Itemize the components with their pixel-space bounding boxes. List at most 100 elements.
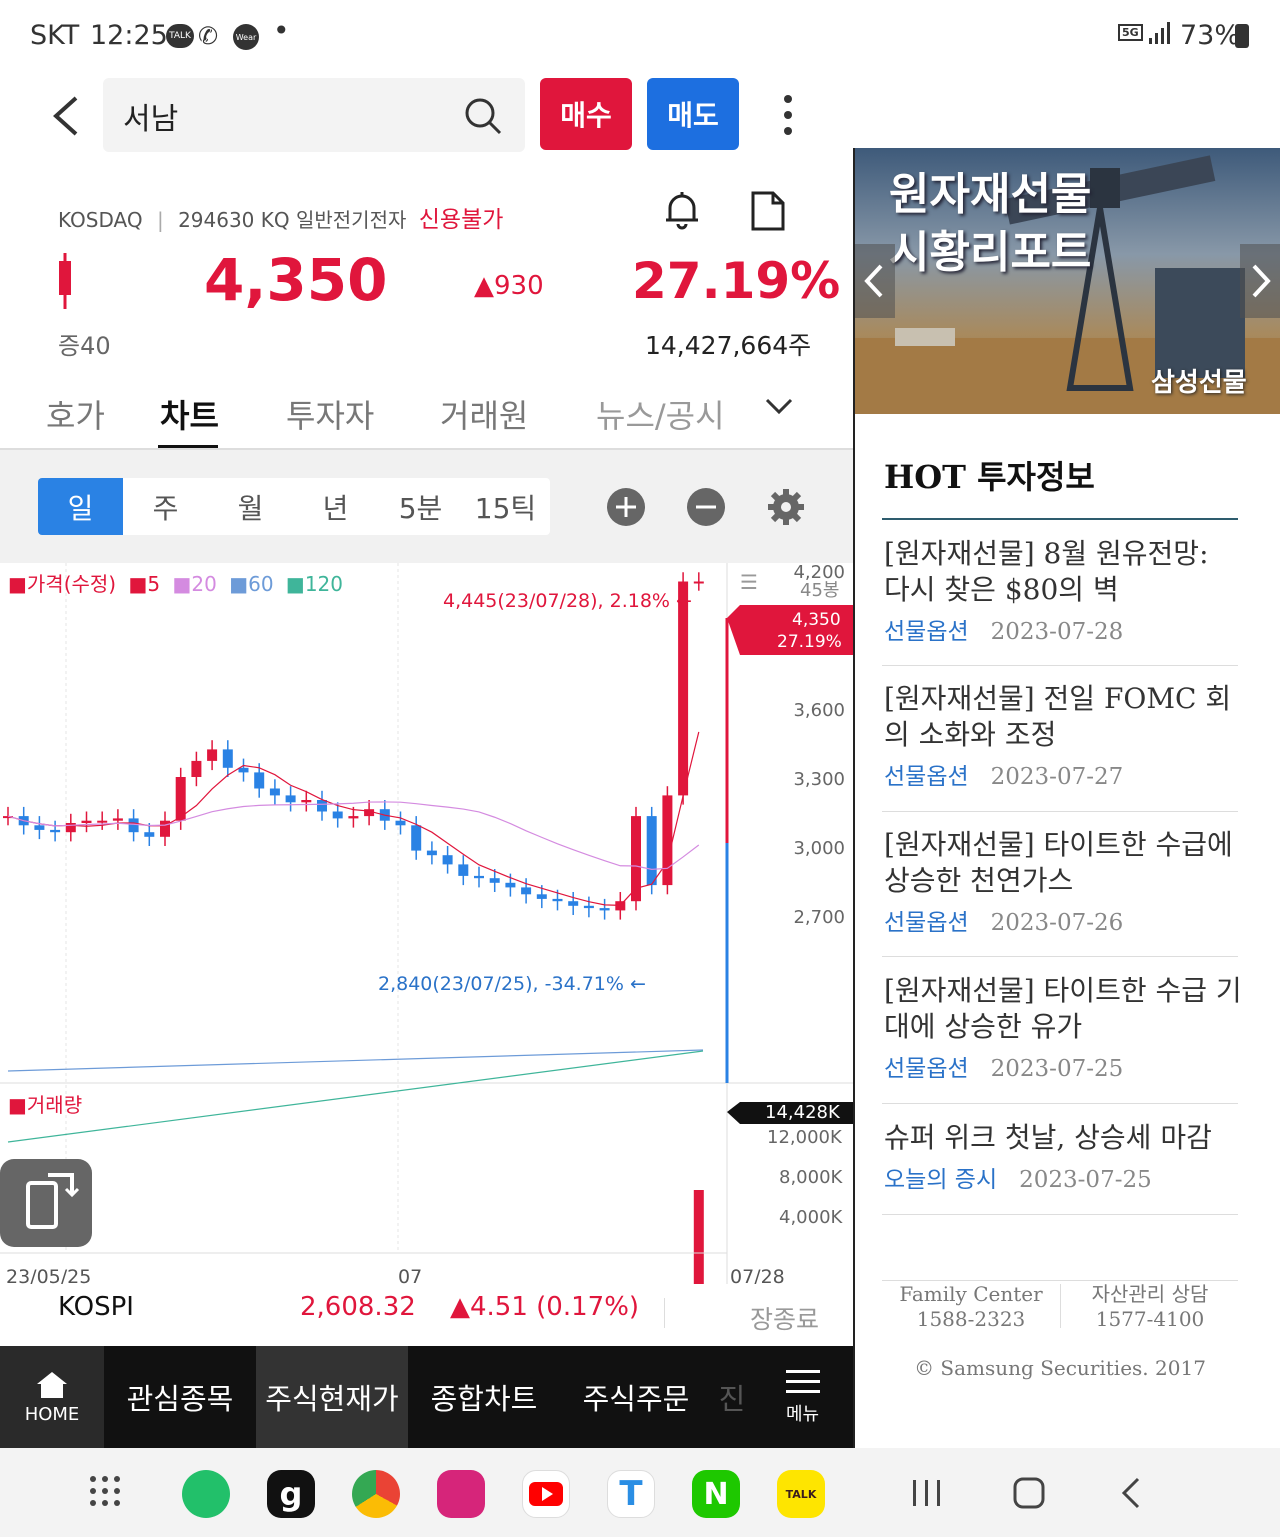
period-week[interactable]: 주 [123,478,208,535]
family-center-link[interactable]: Family Center 1588-2323 [882,1282,1060,1332]
document-icon[interactable] [750,190,786,236]
back-icon[interactable] [48,92,84,144]
naver-icon[interactable]: N [692,1470,740,1518]
home-button[interactable]: HOME [0,1346,104,1448]
banner-title: 원자재선물 시황리포트 [889,169,1092,278]
wear-icon: Wear [233,24,259,50]
menu-button[interactable]: 메뉴 [752,1346,853,1448]
g-app-icon[interactable]: g [267,1470,315,1518]
news-title[interactable]: [원자재선물] 전일 FOMC 회의 소화와 조정 [884,681,1242,753]
stock-info-line: KOSDAQ | 294630 KQ 일반전기전자 신용불가 [58,207,504,233]
kakaotalk-icon[interactable]: TALK [777,1470,825,1518]
clock: 12:25 [90,20,168,51]
y-tick-label: 3,000 [793,838,845,859]
menu-chart[interactable]: 종합차트 [408,1346,560,1448]
more-options-icon[interactable] [782,94,794,142]
candle-body [81,820,92,823]
back-nav-icon[interactable] [1116,1476,1146,1514]
candle-body [97,820,108,823]
zoom-in-icon[interactable] [606,487,646,531]
recent-apps-icon[interactable] [910,1478,944,1512]
banner[interactable]: 원자재선물 시황리포트 삼성선물 [855,148,1280,414]
battery-percent: 73% [1180,20,1241,51]
mini-candle-icon [55,253,75,313]
tab-chart[interactable]: 차트 [160,391,219,437]
menu-watchlist[interactable]: 관심종목 [104,1346,256,1448]
news-divider [882,665,1238,666]
news-divider [882,1103,1238,1104]
news-category: 선물옵션 [884,764,969,790]
high-annotation: 4,445(23/07/28), 2.18% ← [443,590,692,612]
candle-body [521,887,532,895]
zoom-out-icon[interactable] [686,487,726,531]
tab-news[interactable]: 뉴스/공시 [596,391,725,437]
candle-body [222,749,233,768]
news-title[interactable]: [원자재선물] 타이트한 수급 기대에 상승한 유가 [884,973,1242,1045]
period-day[interactable]: 일 [38,478,123,535]
news-title[interactable]: [원자재선물] 타이트한 수급에 상승한 천연가스 [884,827,1242,899]
tab-broker[interactable]: 거래원 [440,391,528,437]
candle-body [458,864,469,876]
signal-icon [1148,20,1170,50]
youtube-icon[interactable] [522,1470,570,1518]
buy-button[interactable]: 매수 [540,78,632,150]
asset-consult-link[interactable]: 자산관리 상담 1577-4100 [1061,1282,1239,1332]
candle-body [505,882,516,888]
candle-body [678,581,689,796]
bell-icon[interactable] [662,188,702,236]
banner-prev-button[interactable] [855,244,895,318]
tab-orderbook[interactable]: 호가 [46,391,105,437]
candle-body [411,825,422,851]
menu-more-partial[interactable]: 진 [712,1346,752,1448]
hot-title-underline [882,518,1238,520]
y-tick-label: 3,300 [793,769,845,790]
status-bar: SKT 12:25 TALK ✆ Wear • 5G 73% [0,0,1280,76]
y-tick-label: 3,600 [793,700,845,721]
trading-volume: 14,427,664주 [645,331,812,360]
menu-order[interactable]: 주식주문 [560,1346,712,1448]
news-item[interactable]: [원자재선물] 타이트한 수급에 상승한 천연가스 선물옵션 2023-07-26 [884,827,1242,937]
news-title[interactable]: [원자재선물] 8월 원유전망: 다시 찾은 $80의 벽 [884,536,1242,608]
chart-legend: ■가격(수정) ■5 ■20 ■60 ■120 [8,572,344,596]
news-item[interactable]: [원자재선물] 타이트한 수급 기대에 상승한 유가 선물옵션 2023-07-2… [884,973,1242,1083]
talk-notification-icon: TALK [166,24,194,48]
period-month[interactable]: 월 [208,478,293,535]
home-nav-icon[interactable] [1012,1476,1046,1514]
search-input[interactable]: 서남 [123,94,178,138]
news-item[interactable]: 슈퍼 위크 첫날, 상승세 마감 오늘의 증시 2023-07-25 [884,1120,1242,1194]
settings-gear-icon[interactable] [766,487,806,531]
candle-count: 45봉 [800,580,840,601]
news-category: 선물옵션 [884,910,969,936]
price-chart[interactable]: 4,2003,9003,6003,3003,0002,700 [0,563,853,1298]
news-item[interactable]: [원자재선물] 8월 원유전망: 다시 찾은 $80의 벽 선물옵션 2023-0… [884,536,1242,646]
sell-button[interactable]: 매도 [647,78,739,150]
news-title[interactable]: 슈퍼 위크 첫날, 상승세 마감 [884,1120,1242,1156]
t-app-icon[interactable]: T [607,1470,655,1518]
candle-body [207,749,218,761]
home-label: HOME [24,1403,80,1425]
period-year[interactable]: 년 [293,478,378,535]
blossom-app-icon[interactable] [437,1470,485,1518]
banner-next-button[interactable] [1240,244,1280,318]
candle-body [662,795,673,886]
list-icon[interactable]: ☰ [740,570,758,594]
news-date: 2023-07-28 [990,619,1124,645]
volume-tick: 4,000K [779,1207,843,1228]
tab-investor[interactable]: 투자자 [286,391,374,437]
chevron-down-icon[interactable] [764,396,794,420]
candle-body [65,823,76,833]
candle-body [568,901,579,906]
period-5min[interactable]: 5분 [378,478,463,535]
chrome-icon[interactable] [352,1470,400,1518]
search-icon[interactable] [463,96,503,140]
search-bar[interactable]: 서남 [103,78,525,152]
rotate-screen-button[interactable] [0,1159,92,1247]
period-15tick[interactable]: 15틱 [463,478,548,535]
phone-app-icon[interactable] [182,1470,230,1518]
stock-sector: 일반전기전자 [295,208,407,232]
news-item[interactable]: [원자재선물] 전일 FOMC 회의 소화와 조정 선물옵션 2023-07-27 [884,681,1242,791]
menu-current-price[interactable]: 주식현재가 [256,1346,408,1448]
kospi-bar[interactable]: KOSPI 2,608.32 ▲4.51 (0.17%) 장종료 [0,1284,853,1346]
app-drawer-icon[interactable] [88,1474,122,1512]
candle-body [144,832,155,837]
